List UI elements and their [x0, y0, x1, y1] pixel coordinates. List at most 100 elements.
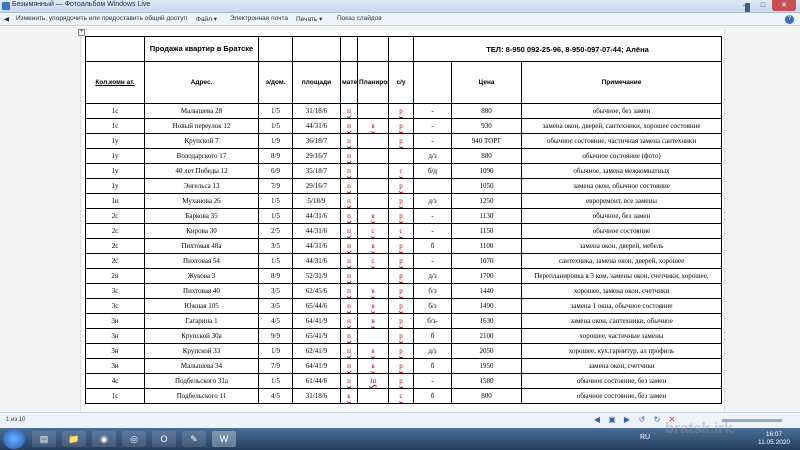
- back-arrow-icon[interactable]: ◀: [4, 15, 9, 23]
- column-header: э/дом.: [258, 61, 293, 104]
- taskbar-app-word[interactable]: W: [212, 431, 236, 447]
- table-cell: р: [388, 133, 414, 149]
- table-cell: п: [340, 193, 358, 209]
- table-cell: 2с: [85, 208, 145, 224]
- next-icon[interactable]: ▶: [622, 415, 632, 425]
- taskbar-app-paint[interactable]: ✎: [182, 431, 206, 447]
- table-cell: п: [340, 103, 358, 119]
- taskbar-app-chrome[interactable]: ◉: [92, 431, 116, 447]
- table-row: 2н Жукова 3 8/9 52/31/9 п р д/з 1700 Перепланиро…: [85, 268, 722, 284]
- table-cell: п: [340, 223, 358, 239]
- taskbar-app-folder[interactable]: 📁: [62, 431, 86, 447]
- table-cell: -: [413, 223, 452, 239]
- table-cell: 1с: [85, 388, 145, 404]
- table-cell: 1130: [451, 208, 522, 224]
- table-cell: [357, 193, 389, 209]
- table-cell: 3с: [85, 283, 145, 299]
- table-cell: 36/18/7: [292, 133, 341, 149]
- previous-icon[interactable]: ◀: [592, 415, 602, 425]
- start-button[interactable]: [3, 429, 25, 449]
- language-indicator[interactable]: RU: [640, 434, 650, 441]
- table-cell: [357, 388, 389, 404]
- table-cell: 1/9: [258, 133, 293, 149]
- email-menu[interactable]: Электронная почта: [230, 15, 288, 22]
- table-cell: Гагарина 1: [144, 313, 259, 329]
- rotate-right-icon[interactable]: ↻: [652, 415, 662, 425]
- window-title: Безымянный — Фотоальбом Windows Live: [12, 1, 151, 8]
- clock[interactable]: 16:07 11.05.2020: [758, 431, 790, 447]
- table-cell: хорошее, кух.гарнитур, ал профиль: [521, 343, 722, 359]
- table-cell: 64/41/9: [292, 358, 341, 374]
- table-cell: п: [340, 118, 358, 134]
- table-row: 1у 40 лет Победы 12 6/9 35/18/7 п с б/д 1090 обы…: [85, 163, 722, 179]
- table-row: 3с Южная 105 3/5 65/44/6 п в р б/з 1490 замена 1 …: [85, 298, 722, 314]
- header-empty-cell: [258, 36, 293, 62]
- table-cell: Жукова 3: [144, 268, 259, 284]
- table-cell: [357, 103, 389, 119]
- table-cell: Крупской 7: [144, 133, 259, 149]
- column-header: Планировка: [357, 61, 389, 104]
- table-cell: 31/18/6: [292, 103, 341, 119]
- table-cell: Кирова 30: [144, 223, 259, 239]
- table-cell: 1090: [451, 163, 522, 179]
- zoom-slider-handle[interactable]: [745, 3, 750, 12]
- table-row: 1с Подбельского 11 4/5 31/18/6 к с б 800 обычное…: [85, 388, 722, 404]
- table-cell: [357, 328, 389, 344]
- taskbar-app-explorer[interactable]: ▤: [32, 431, 56, 447]
- table-cell: в: [357, 208, 389, 224]
- table-cell: д/з: [413, 343, 452, 359]
- table-row: 1у Энгельса 13 7/9 29/16/7 п р 1050 замена окон…: [85, 178, 722, 194]
- table-cell: [388, 148, 414, 164]
- table-cell: 3/5: [258, 283, 293, 299]
- table-cell: [357, 163, 389, 179]
- clock-time: 16:07: [765, 431, 783, 438]
- table-cell: хорошее, замена окон, счетчики: [521, 283, 722, 299]
- slideshow-menu[interactable]: Показ слайдов: [337, 15, 382, 22]
- table-cell: р: [388, 298, 414, 314]
- table-cell: р: [388, 268, 414, 284]
- taskbar-app-media[interactable]: ◎: [122, 431, 146, 447]
- table-add-handle-icon[interactable]: +: [78, 29, 85, 36]
- table-cell: р: [388, 103, 414, 119]
- rotate-left-icon[interactable]: ↺: [637, 415, 647, 425]
- table-cell: 7/9: [258, 178, 293, 194]
- table-cell: п: [340, 328, 358, 344]
- table-cell: 1н: [85, 193, 145, 209]
- table-cell: 2с: [85, 223, 145, 239]
- table-cell: Малышева 28: [144, 103, 259, 119]
- table-cell: обычное состояние, частичная замена сант…: [521, 133, 722, 149]
- table-cell: 3с: [85, 298, 145, 314]
- table-cell: 2100: [451, 328, 522, 344]
- table-row: 2с Баркова 35 1/5 44/31/6 п в р -1130 обычное, б…: [85, 208, 722, 224]
- close-button[interactable]: ✕: [772, 0, 796, 11]
- table-row: 3н Малышева 34 7/9 64/41/9 п в р б 1950 замена ок…: [85, 358, 722, 374]
- taskbar-app-opera[interactable]: O: [152, 431, 176, 447]
- table-cell: п: [340, 253, 358, 269]
- photo-gallery-icon: [2, 2, 10, 10]
- table-cell: Южная 105: [144, 298, 259, 314]
- file-menu[interactable]: Файл ▾: [196, 15, 217, 23]
- print-menu[interactable]: Печать ▾: [296, 15, 322, 23]
- table-cell: 52/31/9: [292, 268, 341, 284]
- table-cell: 44/31/6: [292, 238, 341, 254]
- table-cell: [357, 148, 389, 164]
- table-cell: [357, 178, 389, 194]
- table-cell: 3н: [85, 328, 145, 344]
- table-cell: с: [388, 223, 414, 239]
- slideshow-icon[interactable]: ▣: [607, 415, 617, 425]
- table-cell: р: [388, 208, 414, 224]
- title-bar: Безымянный — Фотоальбом Windows Live – □…: [0, 0, 800, 13]
- table-cell: -: [413, 373, 452, 389]
- table-cell: замена окон, обычное состояние: [521, 178, 722, 194]
- table-cell: 1/5: [258, 373, 293, 389]
- table-cell: 800: [451, 388, 522, 404]
- maximize-button[interactable]: □: [754, 0, 772, 11]
- table-cell: [357, 133, 389, 149]
- help-icon[interactable]: ?: [785, 15, 794, 24]
- edit-organize-share-menu[interactable]: Изменить, упорядочить или предоставить о…: [16, 15, 187, 22]
- table-cell: замена окон, дверей, мебель: [521, 238, 722, 254]
- table-cell: 1у: [85, 178, 145, 194]
- table-cell: 2050: [451, 343, 522, 359]
- table-cell: 1у: [85, 163, 145, 179]
- apartment-table: Продажа квартир в Братске ТЕЛ: 8-950 092…: [85, 36, 722, 404]
